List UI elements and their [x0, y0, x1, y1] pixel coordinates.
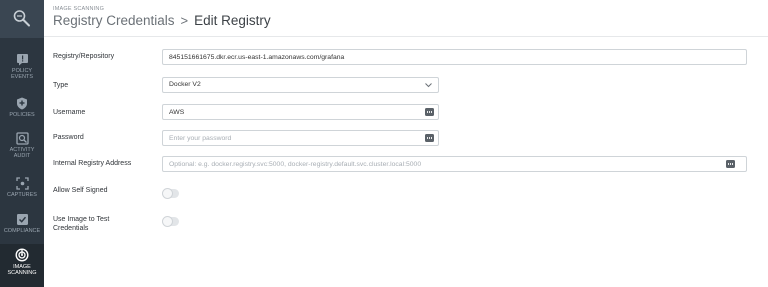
password-input[interactable] [169, 131, 416, 145]
nav-label-image-scanning: IMAGE SCANNING [7, 264, 37, 276]
internal-address-label: Internal Registry Address [53, 160, 132, 167]
use-image-test-label-line1: Use Image to Test [53, 216, 110, 223]
breadcrumb-separator-icon: > [180, 13, 189, 28]
allow-self-signed-toggle[interactable] [162, 188, 179, 199]
type-select[interactable]: Docker V2 [162, 77, 439, 93]
nav-label-captures: CAPTURES [7, 192, 37, 198]
registry-field[interactable] [162, 49, 747, 65]
use-image-test-toggle[interactable] [162, 216, 179, 227]
compliance-icon [15, 212, 29, 226]
use-image-test-label-line2: Credentials [53, 224, 89, 232]
internal-address-input[interactable] [169, 157, 724, 171]
page-title: Edit Registry [194, 13, 271, 28]
nav-label-activity-audit: ACTIVITY AUDIT [9, 147, 35, 159]
nav-item-activity-audit[interactable]: ACTIVITY AUDIT [0, 131, 44, 159]
nav-label-policy-events: POLICY EVENTS [10, 68, 33, 80]
registry-label: Registry/Repository [53, 53, 115, 60]
allow-self-signed-label: Allow Self Signed [53, 187, 108, 194]
nav-label-compliance: COMPLIANCE [3, 228, 41, 234]
nav-item-image-scanning[interactable]: IMAGE SCANNING [0, 244, 44, 287]
alert-icon [15, 52, 29, 66]
breadcrumb-parent-link[interactable]: Registry Credentials [53, 13, 175, 28]
nav-label-policies: POLICIES [9, 112, 35, 118]
username-label: Username [53, 109, 86, 116]
username-input[interactable] [169, 105, 416, 119]
page-header: IMAGE SCANNING Registry Credentials > Ed… [53, 6, 271, 28]
shield-icon [15, 96, 29, 110]
toggle-knob [162, 188, 173, 199]
wrench-logo-icon [13, 10, 30, 27]
password-label: Password [53, 134, 84, 141]
registry-input[interactable] [169, 50, 724, 64]
username-field[interactable] [162, 104, 439, 120]
audit-icon [15, 131, 29, 145]
type-label: Type [53, 82, 69, 89]
nav-item-policies[interactable]: POLICIES [0, 96, 44, 118]
type-selected-value: Docker V2 [169, 81, 201, 88]
nav-item-captures[interactable]: CAPTURES [0, 176, 44, 198]
password-manager-icon[interactable] [425, 134, 434, 142]
use-image-test-label: Use Image to Test Credentials [53, 216, 109, 233]
header-divider [44, 36, 768, 37]
toggle-knob [162, 216, 173, 227]
password-manager-icon[interactable] [726, 160, 735, 168]
nav-item-policy-events[interactable]: POLICY EVENTS [0, 52, 44, 80]
password-manager-icon[interactable] [425, 108, 434, 116]
chevron-down-icon [425, 83, 432, 88]
nav-item-compliance[interactable]: COMPLIANCE [0, 212, 44, 234]
password-field[interactable] [162, 130, 439, 146]
section-eyebrow: IMAGE SCANNING [53, 6, 105, 12]
capture-icon [15, 176, 29, 190]
scan-icon [15, 248, 29, 262]
app-logo[interactable] [0, 0, 44, 38]
internal-address-field[interactable] [162, 156, 747, 172]
sidebar: POLICY EVENTS POLICIES ACTIVITY AUDIT CA… [0, 0, 44, 287]
breadcrumb: Registry Credentials > Edit Registry [53, 13, 271, 28]
